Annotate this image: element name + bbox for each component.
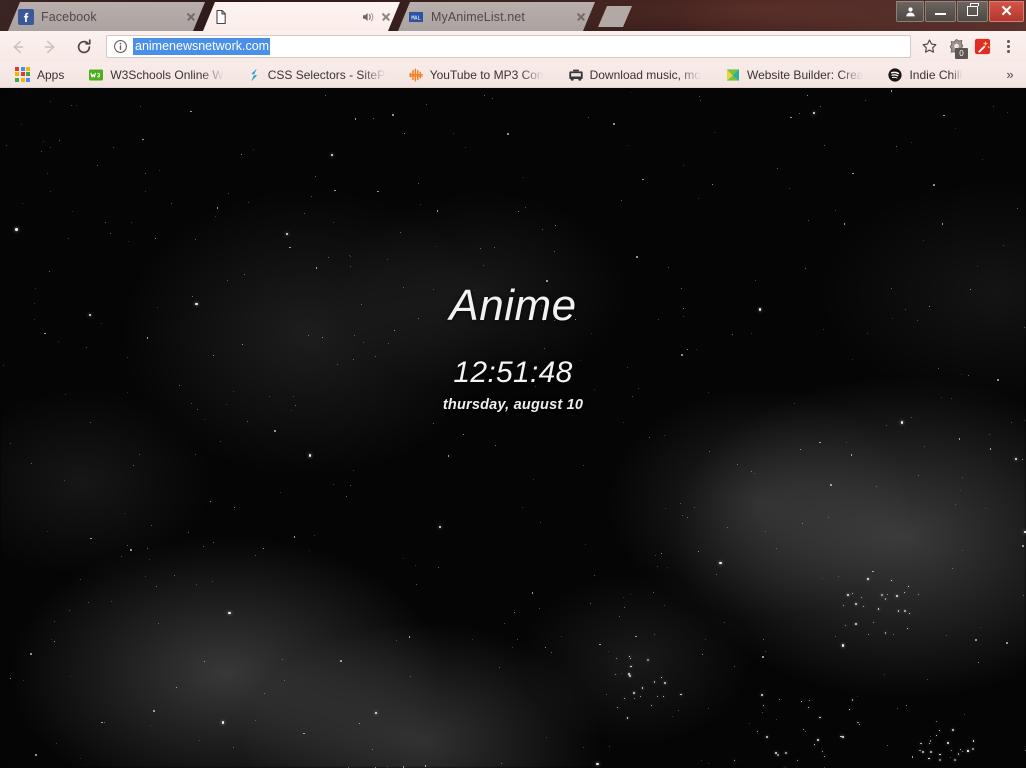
bookmark-youtube-to-mp3[interactable]: YouTube to MP3 Con (401, 64, 551, 86)
bookmark-label: CSS Selectors - SitePo (267, 67, 386, 82)
bookmarks-bar: Apps 3 W3Schools Online W CSS Selectors … (0, 62, 1026, 88)
window-controls: ✕ (895, 1, 1024, 22)
tab-myanimelist[interactable]: MAL MyAnimeList.net (398, 2, 595, 31)
clock-time: 12:51:48 (453, 356, 573, 389)
website-builder-icon (726, 68, 739, 81)
facebook-icon (18, 8, 34, 25)
svg-text:MAL: MAL (411, 15, 420, 21)
bookmark-label: W3Schools Online W (110, 67, 224, 82)
reload-button[interactable] (70, 33, 98, 61)
browser-window: Facebook MAL MyAnimeList.net ✕ animenews… (0, 0, 1026, 768)
user-icon (897, 1, 923, 21)
new-tab-button[interactable] (598, 6, 632, 27)
bookmark-label: Indie Chill (909, 67, 963, 82)
arrow-left-icon (13, 40, 24, 53)
bookmark-apps[interactable]: Apps (8, 64, 71, 86)
bookmark-download-music[interactable]: Download music, mo (561, 64, 708, 86)
tab-audio-playing-icon[interactable] (360, 9, 376, 25)
maximize-icon (958, 1, 987, 21)
chrome-menu-button[interactable] (995, 34, 1021, 60)
bookmark-label: Download music, mo (589, 67, 701, 82)
tab-title: MyAnimeList.net (431, 9, 525, 24)
maximize-button[interactable] (957, 1, 988, 22)
bookmark-indie-chill[interactable]: Indie Chill (880, 64, 969, 86)
tab-title: Facebook (41, 9, 97, 24)
bookmark-label: YouTube to MP3 Con (429, 67, 544, 82)
minimize-icon (926, 1, 955, 21)
bookmark-css-selectors[interactable]: CSS Selectors - SitePo (239, 64, 393, 86)
minimize-button[interactable] (925, 1, 956, 22)
page-content: Anime 12:51:48 thursday, august 10 (0, 88, 1026, 768)
close-icon: ✕ (1000, 3, 1013, 20)
sitepoint-icon (250, 68, 257, 81)
extension-magic-wand-button[interactable] (969, 34, 995, 60)
bookmark-label: Website Builder: Crea (746, 67, 864, 82)
apps-grid-icon (15, 66, 31, 83)
bookmark-star-button[interactable] (917, 35, 941, 59)
tab-close-icon[interactable] (573, 9, 589, 25)
page-title: Anime (449, 281, 577, 330)
arrow-right-icon (44, 40, 55, 53)
star-icon (922, 39, 936, 53)
menu-dot (1006, 45, 1010, 48)
back-button[interactable] (4, 33, 32, 61)
bookmark-website-builder[interactable]: Website Builder: Crea (718, 64, 871, 86)
myanimelist-icon: MAL (409, 11, 423, 22)
user-account-button[interactable] (896, 1, 924, 22)
clock-date: thursday, august 10 (442, 397, 584, 413)
menu-dot (1006, 50, 1010, 53)
w3schools-icon: 3 (89, 69, 104, 80)
magic-wand-extension-icon (974, 38, 990, 55)
address-bar[interactable]: animenewsnetwork.com (106, 35, 911, 58)
tab-active-newtab[interactable] (203, 2, 400, 31)
bookmark-w3schools[interactable]: 3 W3Schools Online W (81, 64, 230, 86)
clock-widget: Anime 12:51:48 thursday, august 10 (0, 88, 1026, 768)
tab-close-icon[interactable] (378, 9, 394, 25)
waveform-icon (408, 67, 423, 82)
tab-strip: Facebook MAL MyAnimeList.net ✕ (0, 0, 1026, 31)
menu-dot (1006, 40, 1010, 43)
info-circle-icon[interactable] (113, 39, 128, 54)
spotify-icon (888, 67, 903, 82)
extension-badge-count: 0 (955, 47, 968, 59)
tab-close-icon[interactable] (183, 9, 199, 25)
forward-button[interactable] (36, 33, 64, 61)
download-music-icon (568, 69, 583, 81)
address-bar-text[interactable]: animenewsnetwork.com (133, 38, 271, 55)
bookmarks-overflow-button[interactable]: » (1002, 66, 1018, 82)
tab-facebook[interactable]: Facebook (8, 2, 205, 31)
document-icon (216, 9, 226, 24)
bookmark-label: Apps (37, 67, 65, 82)
extension-adblock-button[interactable]: 0 (943, 34, 969, 60)
reload-icon (77, 38, 91, 53)
close-window-button[interactable]: ✕ (989, 1, 1024, 22)
browser-toolbar: animenewsnetwork.com 0 (0, 31, 1026, 62)
